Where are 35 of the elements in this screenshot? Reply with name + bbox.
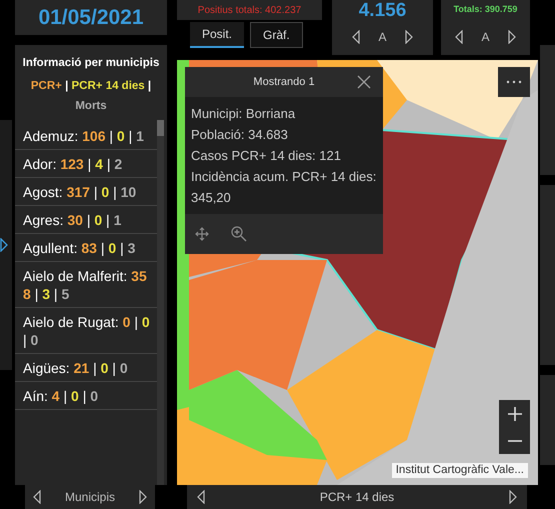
tab[interactable]: Gràf. <box>250 22 303 48</box>
date-text: 01/05/2021 <box>38 4 144 31</box>
tab[interactable]: Posit. <box>190 22 244 48</box>
popup-field: Casos PCR+ 14 dies: 121 <box>191 145 377 166</box>
caret-left-icon[interactable] <box>33 490 41 504</box>
expand-arrow-icon[interactable] <box>0 238 8 252</box>
caret-right-icon[interactable] <box>138 490 147 504</box>
caret-left-icon[interactable] <box>197 490 205 504</box>
more-icon <box>506 80 522 84</box>
map[interactable]: Mostrando 1 Municipi: Borriana Població: 34.683 Casos PCR+ 14 dies: 121 Incidència acum. PCR+ 14 dies: 345,20 Institut Cartogràfic Vale... <box>177 60 538 485</box>
counter-value: Totals: 390.759 <box>454 3 518 16</box>
caret-left-icon[interactable] <box>352 30 360 44</box>
map-attribution: Institut Cartogràfic Vale... <box>392 463 528 478</box>
nav-label: Municipis <box>64 489 115 506</box>
caret-right-icon[interactable] <box>509 490 517 504</box>
counter-value: 4.156 <box>358 0 406 22</box>
caret-right-icon[interactable] <box>508 30 516 44</box>
caret-left-icon[interactable] <box>455 30 464 44</box>
minus-icon <box>508 440 522 442</box>
legend-text: PCR+ | PCR+ 14 dies | Morts <box>30 79 152 114</box>
move-icon[interactable] <box>195 227 209 241</box>
scrollbar[interactable] <box>157 120 164 485</box>
caret-right-icon[interactable] <box>404 30 412 44</box>
positive-totals: Positius totals: 402.237 <box>198 4 302 18</box>
plus-icon <box>508 406 522 420</box>
nav-label: A <box>378 29 386 46</box>
nav-label: PCR+ 14 dies <box>320 489 394 506</box>
popup-title: Mostrando 1 <box>253 74 315 90</box>
close-icon[interactable] <box>357 75 371 89</box>
zoom-in-icon[interactable] <box>231 226 247 242</box>
nav-label: A <box>481 29 490 46</box>
popup-field: Població: 34.683 <box>191 124 377 145</box>
popup-field: Municipi: Borriana <box>191 103 377 124</box>
popup-field: Incidència acum. PCR+ 14 dies: 345,20 <box>191 166 377 208</box>
panel-title: Informació per municipis <box>22 56 160 71</box>
